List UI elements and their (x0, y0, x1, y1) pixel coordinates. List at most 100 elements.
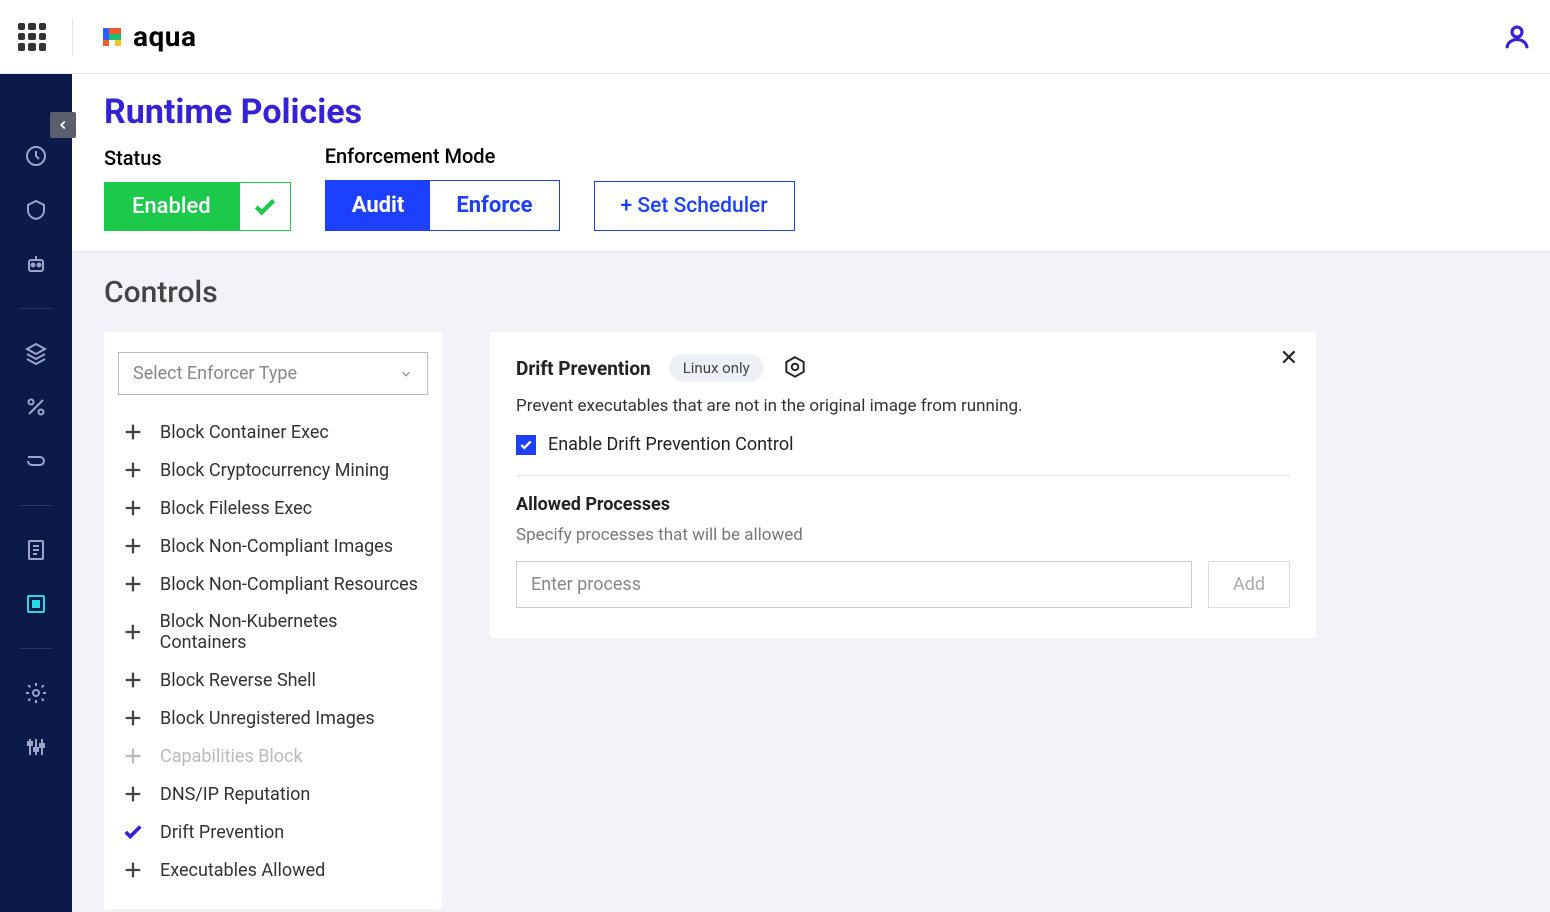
control-item[interactable]: Block Cryptocurrency Mining (118, 451, 428, 489)
control-item-label: Block Reverse Shell (160, 670, 316, 691)
control-item-label: Block Non-Kubernetes Containers (160, 611, 424, 653)
control-item-label: Executables Allowed (160, 860, 325, 881)
control-item[interactable]: DNS/IP Reputation (118, 775, 428, 813)
logo-text: aqua (133, 20, 196, 53)
control-item-label: Block Unregistered Images (160, 708, 375, 729)
plus-icon (122, 859, 144, 881)
control-item-label: Capabilities Block (160, 746, 303, 767)
platform-badge: Linux only (669, 354, 764, 382)
status-row: Status Enabled Enforcement Mode Audit En… (104, 144, 1518, 231)
control-item[interactable]: Drift Prevention (118, 813, 428, 851)
plus-icon (122, 745, 144, 767)
sidebar-item-dashboard[interactable] (22, 142, 50, 170)
content-area: Controls Select Enforcer Type Block Cont… (72, 253, 1550, 912)
status-enabled-badge[interactable]: Enabled (104, 182, 291, 231)
plus-icon (122, 783, 144, 805)
control-item[interactable]: Block Container Exec (118, 413, 428, 451)
sidebar-item-file[interactable] (22, 536, 50, 564)
add-process-button[interactable]: Add (1208, 561, 1290, 608)
sidebar-item-robot[interactable] (22, 250, 50, 278)
controls-title: Controls (104, 275, 1518, 310)
sidebar-item-percent[interactable] (22, 393, 50, 421)
control-item-label: Block Fileless Exec (160, 498, 312, 519)
logo[interactable]: aqua (99, 20, 196, 53)
plus-icon (122, 573, 144, 595)
controls-panel: Select Enforcer Type Block Container Exe… (104, 332, 442, 909)
control-item-label: Block Container Exec (160, 422, 329, 443)
page-header: Runtime Policies Status Enabled Enforcem… (72, 74, 1550, 253)
topbar-divider (72, 18, 73, 56)
check-icon (122, 821, 144, 843)
sidebar-item-box-active[interactable] (22, 590, 50, 618)
control-item[interactable]: Block Non-Compliant Resources (118, 565, 428, 603)
control-item[interactable]: Block Non-Compliant Images (118, 527, 428, 565)
control-item[interactable]: Block Non-Kubernetes Containers (118, 603, 428, 661)
plus-icon (122, 459, 144, 481)
sidebar-item-sliders[interactable] (22, 733, 50, 761)
sidebar-divider-3 (20, 648, 52, 649)
detail-divider (516, 475, 1290, 476)
control-item-label: DNS/IP Reputation (160, 784, 310, 805)
enable-checkbox-row[interactable]: Enable Drift Prevention Control (516, 434, 1290, 455)
detail-title: Drift Prevention (516, 357, 651, 380)
sidebar-divider (20, 308, 52, 309)
plus-icon (122, 497, 144, 519)
control-item-label: Drift Prevention (160, 822, 284, 843)
control-detail-panel: ✕ Drift Prevention Linux only Prevent ex… (490, 332, 1316, 638)
set-scheduler-button[interactable]: + Set Scheduler (594, 181, 795, 231)
page-title: Runtime Policies (104, 92, 1518, 132)
user-icon[interactable] (1502, 22, 1532, 52)
control-item[interactable]: Block Unregistered Images (118, 699, 428, 737)
control-item-label: Block Non-Compliant Images (160, 536, 393, 557)
main-content: Runtime Policies Status Enabled Enforcem… (72, 74, 1550, 912)
status-value: Enabled (104, 182, 239, 231)
close-icon[interactable]: ✕ (1280, 346, 1298, 371)
sidebar-collapse-button[interactable] (50, 112, 76, 138)
mode-enforce-button[interactable]: Enforce (430, 181, 558, 230)
plus-icon (122, 707, 144, 729)
enforcement-group: Enforcement Mode Audit Enforce (325, 144, 560, 231)
select-placeholder: Select Enforcer Type (133, 363, 297, 384)
enforcement-mode-toggle: Audit Enforce (325, 180, 560, 231)
enforcer-type-select[interactable]: Select Enforcer Type (118, 352, 428, 395)
status-group: Status Enabled (104, 146, 291, 231)
checkbox-icon (516, 435, 536, 455)
enforcement-label: Enforcement Mode (325, 144, 560, 168)
apps-grid-icon[interactable] (18, 23, 46, 51)
scheduler-group: + Set Scheduler (594, 145, 795, 231)
topbar-left: aqua (18, 18, 196, 56)
process-input[interactable] (516, 561, 1192, 608)
spacer (594, 145, 795, 169)
detail-header: Drift Prevention Linux only (516, 354, 1290, 382)
shield-hex-icon (782, 355, 808, 381)
controls-list: Block Container Exec Block Cryptocurrency… (118, 413, 428, 889)
logo-icon (99, 24, 125, 50)
detail-description: Prevent executables that are not in the … (516, 396, 1290, 416)
chevron-down-icon (399, 367, 413, 381)
sidebar (0, 74, 72, 912)
plus-icon (122, 421, 144, 443)
check-icon (239, 182, 291, 231)
sidebar-item-settings[interactable] (22, 679, 50, 707)
control-item-label: Block Cryptocurrency Mining (160, 460, 389, 481)
control-item-label: Block Non-Compliant Resources (160, 574, 418, 595)
process-input-row: Add (516, 561, 1290, 608)
control-item[interactable]: Block Reverse Shell (118, 661, 428, 699)
plus-icon (122, 621, 144, 643)
sidebar-item-shield[interactable] (22, 196, 50, 224)
sidebar-item-layers[interactable] (22, 339, 50, 367)
topbar: aqua (0, 0, 1550, 74)
control-item[interactable]: Executables Allowed (118, 851, 428, 889)
checkbox-label: Enable Drift Prevention Control (548, 434, 793, 455)
allowed-processes-title: Allowed Processes (516, 494, 1290, 515)
sidebar-item-swap[interactable] (22, 447, 50, 475)
plus-icon (122, 669, 144, 691)
status-label: Status (104, 146, 291, 170)
content-row: Select Enforcer Type Block Container Exe… (104, 332, 1518, 909)
control-item: Capabilities Block (118, 737, 428, 775)
allowed-processes-desc: Specify processes that will be allowed (516, 525, 1290, 545)
plus-icon (122, 535, 144, 557)
control-item[interactable]: Block Fileless Exec (118, 489, 428, 527)
sidebar-divider-2 (20, 505, 52, 506)
mode-audit-button[interactable]: Audit (326, 181, 431, 230)
